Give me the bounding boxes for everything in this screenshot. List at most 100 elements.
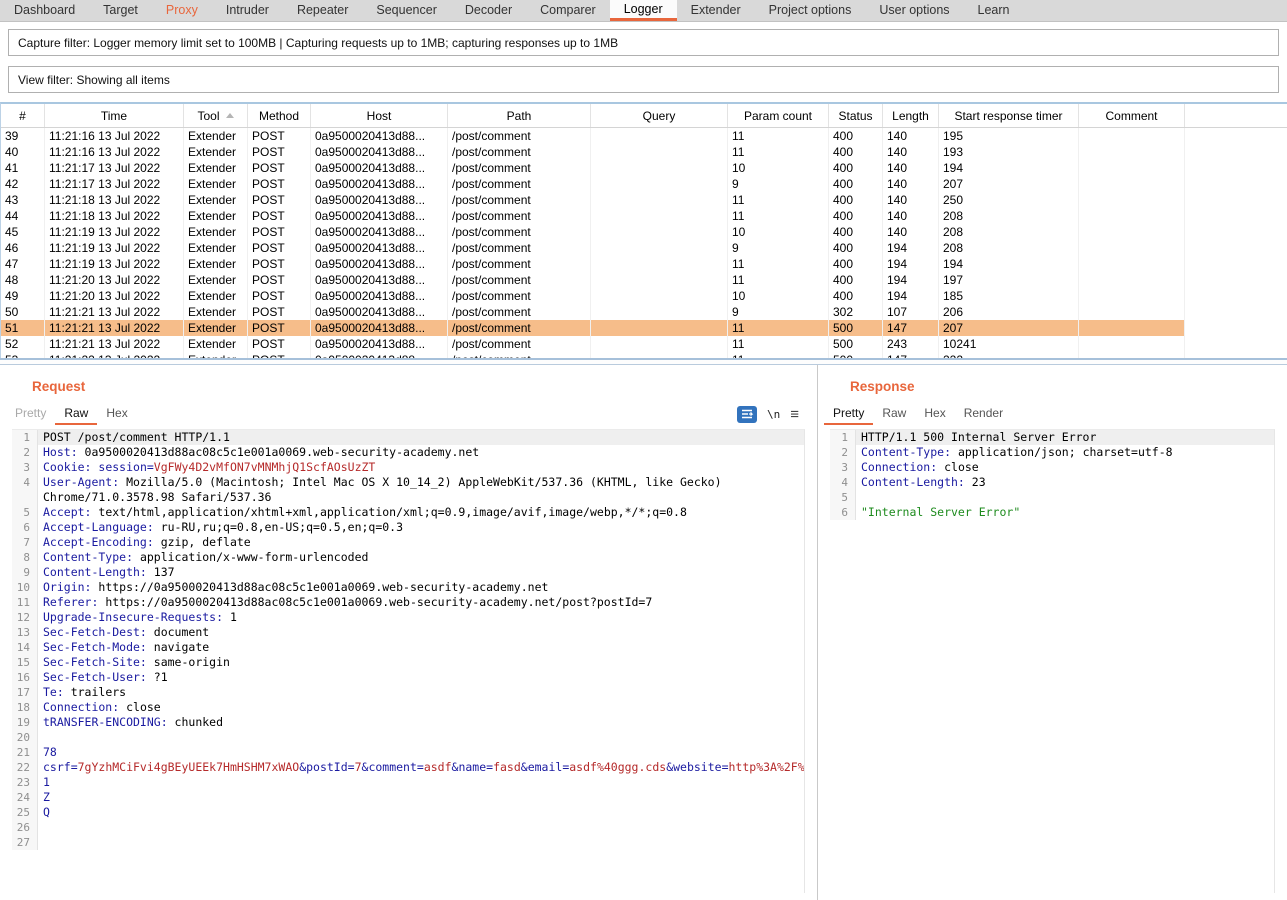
pretty-print-icon[interactable] bbox=[737, 406, 757, 423]
column-header-query[interactable]: Query bbox=[591, 104, 728, 127]
editor-line: 11Referer: https://0a9500020413d88ac08c5… bbox=[12, 595, 804, 610]
menu-tab-user-options[interactable]: User options bbox=[865, 0, 963, 21]
menu-tab-project-options[interactable]: Project options bbox=[755, 0, 866, 21]
cell-path: /post/comment bbox=[448, 128, 591, 144]
menu-tab-learn[interactable]: Learn bbox=[964, 0, 1024, 21]
cell-blank: 44 bbox=[1, 208, 45, 224]
request-tab-pretty[interactable]: Pretty bbox=[6, 403, 55, 425]
cell-status: 400 bbox=[829, 160, 883, 176]
menu-tab-comparer[interactable]: Comparer bbox=[526, 0, 610, 21]
cell-time: 11:21:22 13 Jul 2022 bbox=[45, 352, 184, 358]
menu-tab-decoder[interactable]: Decoder bbox=[451, 0, 526, 21]
line-content: Accept: text/html,application/xhtml+xml,… bbox=[38, 505, 804, 520]
cell-length: 194 bbox=[883, 288, 939, 304]
response-tab-pretty[interactable]: Pretty bbox=[824, 403, 873, 425]
log-row-44[interactable]: 4411:21:18 13 Jul 2022ExtenderPOST0a9500… bbox=[1, 208, 1287, 224]
log-row-46[interactable]: 4611:21:19 13 Jul 2022ExtenderPOST0a9500… bbox=[1, 240, 1287, 256]
editor-line: 12Upgrade-Insecure-Requests: 1 bbox=[12, 610, 804, 625]
line-number: 13 bbox=[12, 625, 38, 640]
cell-start-response-timer: 250 bbox=[939, 192, 1079, 208]
response-tab-raw[interactable]: Raw bbox=[873, 403, 915, 425]
cell-filler bbox=[1185, 320, 1287, 336]
column-header-time[interactable]: Time bbox=[45, 104, 184, 127]
editor-line: 16Sec-Fetch-User: ?1 bbox=[12, 670, 804, 685]
view-filter-bar[interactable]: View filter: Showing all items bbox=[8, 66, 1279, 93]
menu-tab-logger[interactable]: Logger bbox=[610, 0, 677, 21]
editor-menu-icon[interactable]: ≡ bbox=[790, 407, 799, 422]
newline-toggle-icon[interactable]: \n bbox=[767, 408, 780, 421]
editor-line: 1POST /post/comment HTTP/1.1 bbox=[12, 430, 804, 445]
log-row-43[interactable]: 4311:21:18 13 Jul 2022ExtenderPOST0a9500… bbox=[1, 192, 1287, 208]
log-row-47[interactable]: 4711:21:19 13 Jul 2022ExtenderPOST0a9500… bbox=[1, 256, 1287, 272]
line-content bbox=[38, 820, 804, 835]
cell-path: /post/comment bbox=[448, 288, 591, 304]
menu-tab-repeater[interactable]: Repeater bbox=[283, 0, 362, 21]
response-tab-hex[interactable]: Hex bbox=[915, 403, 954, 425]
editor-line: 231 bbox=[12, 775, 804, 790]
column-header-start-response-timer[interactable]: Start response timer bbox=[939, 104, 1079, 127]
capture-filter-bar[interactable]: Capture filter: Logger memory limit set … bbox=[8, 29, 1279, 56]
menu-tab-dashboard[interactable]: Dashboard bbox=[0, 0, 89, 21]
log-row-48[interactable]: 4811:21:20 13 Jul 2022ExtenderPOST0a9500… bbox=[1, 272, 1287, 288]
menu-tab-proxy[interactable]: Proxy bbox=[152, 0, 212, 21]
log-row-41[interactable]: 4111:21:17 13 Jul 2022ExtenderPOST0a9500… bbox=[1, 160, 1287, 176]
table-split-divider[interactable] bbox=[0, 358, 1287, 365]
response-editor[interactable]: 1HTTP/1.1 500 Internal Server Error2Cont… bbox=[830, 429, 1275, 893]
column-header-method[interactable]: Method bbox=[248, 104, 311, 127]
editor-line: 1HTTP/1.1 500 Internal Server Error bbox=[830, 430, 1274, 445]
response-tab-render[interactable]: Render bbox=[955, 403, 1012, 425]
column-header-status[interactable]: Status bbox=[829, 104, 883, 127]
column-header-host[interactable]: Host bbox=[311, 104, 448, 127]
log-row-42[interactable]: 4211:21:17 13 Jul 2022ExtenderPOST0a9500… bbox=[1, 176, 1287, 192]
cell-path: /post/comment bbox=[448, 192, 591, 208]
request-tabs: PrettyRawHex \n ≡ bbox=[6, 403, 817, 425]
column-header-path[interactable]: Path bbox=[448, 104, 591, 127]
log-row-39[interactable]: 3911:21:16 13 Jul 2022ExtenderPOST0a9500… bbox=[1, 128, 1287, 144]
menu-tab-intruder[interactable]: Intruder bbox=[212, 0, 283, 21]
column-header-length[interactable]: Length bbox=[883, 104, 939, 127]
cell-tool: Extender bbox=[184, 272, 248, 288]
column-header-param-count[interactable]: Param count bbox=[728, 104, 829, 127]
line-content bbox=[38, 835, 804, 850]
column-header-label: Start response timer bbox=[954, 109, 1062, 123]
cell-start-response-timer: 185 bbox=[939, 288, 1079, 304]
log-row-53[interactable]: 5311:21:22 13 Jul 2022ExtenderPOST0a9500… bbox=[1, 352, 1287, 358]
line-number: 22 bbox=[12, 760, 38, 775]
cell-path: /post/comment bbox=[448, 160, 591, 176]
cell-start-response-timer: 208 bbox=[939, 240, 1079, 256]
request-editor[interactable]: 1POST /post/comment HTTP/1.12Host: 0a950… bbox=[12, 429, 805, 893]
view-filter-text: View filter: Showing all items bbox=[18, 73, 170, 87]
cell-time: 11:21:21 13 Jul 2022 bbox=[45, 336, 184, 352]
menu-tab-target[interactable]: Target bbox=[89, 0, 152, 21]
line-content bbox=[38, 730, 804, 745]
log-row-45[interactable]: 4511:21:19 13 Jul 2022ExtenderPOST0a9500… bbox=[1, 224, 1287, 240]
column-header-comment[interactable]: Comment bbox=[1079, 104, 1185, 127]
cell-query bbox=[591, 352, 728, 358]
cell-host: 0a9500020413d88... bbox=[311, 144, 448, 160]
cell-filler bbox=[1185, 288, 1287, 304]
line-content: Te: trailers bbox=[38, 685, 804, 700]
editor-line: 2178 bbox=[12, 745, 804, 760]
line-number: 7 bbox=[12, 535, 38, 550]
log-row-49[interactable]: 4911:21:20 13 Jul 2022ExtenderPOST0a9500… bbox=[1, 288, 1287, 304]
column-header-label: Time bbox=[101, 109, 127, 123]
cell-comment bbox=[1079, 272, 1185, 288]
cell-time: 11:21:17 13 Jul 2022 bbox=[45, 160, 184, 176]
menu-tab-extender[interactable]: Extender bbox=[677, 0, 755, 21]
line-content: Content-Length: 137 bbox=[38, 565, 804, 580]
line-number: 10 bbox=[12, 580, 38, 595]
cell-start-response-timer: 10241 bbox=[939, 336, 1079, 352]
log-row-51[interactable]: 5111:21:21 13 Jul 2022ExtenderPOST0a9500… bbox=[1, 320, 1287, 336]
cell-length: 140 bbox=[883, 160, 939, 176]
request-tab-raw[interactable]: Raw bbox=[55, 403, 97, 425]
column-header-tool[interactable]: Tool bbox=[184, 104, 248, 127]
editor-line: 15Sec-Fetch-Site: same-origin bbox=[12, 655, 804, 670]
editor-line: 2Content-Type: application/json; charset… bbox=[830, 445, 1274, 460]
log-row-50[interactable]: 5011:21:21 13 Jul 2022ExtenderPOST0a9500… bbox=[1, 304, 1287, 320]
log-row-40[interactable]: 4011:21:16 13 Jul 2022ExtenderPOST0a9500… bbox=[1, 144, 1287, 160]
log-row-52[interactable]: 5211:21:21 13 Jul 2022ExtenderPOST0a9500… bbox=[1, 336, 1287, 352]
line-number: 26 bbox=[12, 820, 38, 835]
request-tab-hex[interactable]: Hex bbox=[97, 403, 136, 425]
column-header-blank[interactable]: # bbox=[1, 104, 45, 127]
menu-tab-sequencer[interactable]: Sequencer bbox=[362, 0, 450, 21]
